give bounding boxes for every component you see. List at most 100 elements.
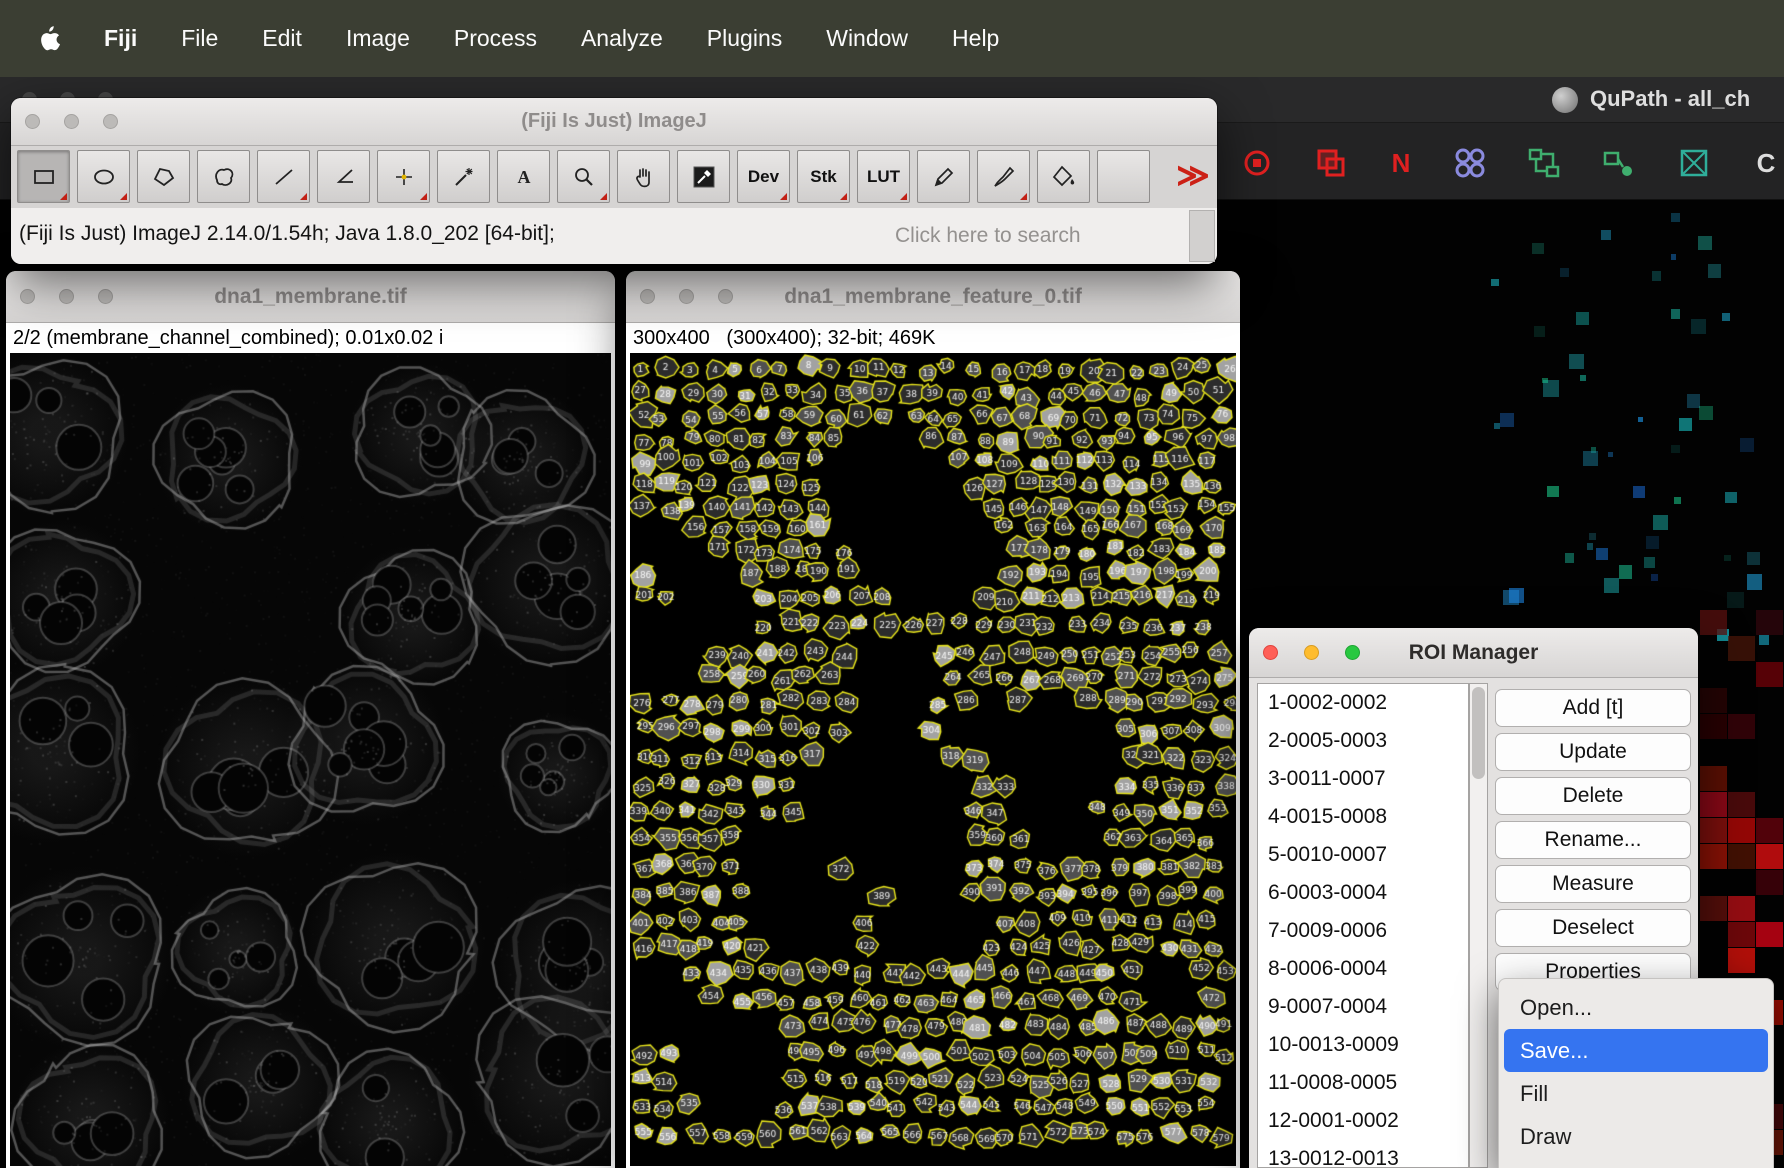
search-placeholder: Click here to search bbox=[895, 224, 1081, 248]
roi-titlebar[interactable]: ROI Manager bbox=[1249, 628, 1698, 678]
red-layers-icon[interactable] bbox=[1308, 140, 1354, 186]
line-tool-button[interactable] bbox=[257, 150, 310, 203]
angle-tool-button[interactable] bbox=[317, 150, 370, 203]
menu-item-open[interactable]: Open... bbox=[1499, 986, 1773, 1029]
zoom-tool-button[interactable] bbox=[557, 150, 610, 203]
dropdown-triangle-icon bbox=[840, 193, 847, 200]
menu-window[interactable]: Window bbox=[826, 25, 908, 52]
oval-tool-button[interactable] bbox=[77, 150, 130, 203]
roi-list-item[interactable]: 12-0001-0002 bbox=[1258, 1102, 1468, 1140]
zoom-button[interactable] bbox=[103, 114, 118, 129]
fiji-titlebar[interactable]: (Fiji Is Just) ImageJ bbox=[11, 98, 1217, 146]
roi-list-item[interactable]: 7-0009-0006 bbox=[1258, 912, 1468, 950]
roi-list-item[interactable]: 10-0013-0009 bbox=[1258, 1026, 1468, 1064]
green-nodes-icon[interactable] bbox=[1596, 140, 1642, 186]
zoom-button[interactable] bbox=[98, 289, 113, 304]
scrollbar-thumb[interactable] bbox=[1472, 687, 1485, 779]
menu-help[interactable]: Help bbox=[952, 25, 999, 52]
close-button[interactable] bbox=[1263, 645, 1278, 660]
fiji-status-bar: (Fiji Is Just) ImageJ 2.14.0/1.54h; Java… bbox=[11, 208, 1217, 264]
red-annotation-icon[interactable] bbox=[1234, 140, 1280, 186]
minimize-button[interactable] bbox=[59, 289, 74, 304]
text-tool-button[interactable]: A bbox=[497, 150, 550, 203]
menu-process[interactable]: Process bbox=[454, 25, 537, 52]
dropdown-triangle-icon bbox=[600, 193, 607, 200]
point-tool-button[interactable] bbox=[377, 150, 430, 203]
menu-fiji[interactable]: Fiji bbox=[104, 25, 137, 52]
rectangle-tool-button[interactable] bbox=[17, 150, 70, 203]
lut-button[interactable]: LUT bbox=[857, 150, 910, 203]
apple-menu[interactable] bbox=[38, 26, 60, 52]
wand-tool-button[interactable] bbox=[437, 150, 490, 203]
membrane-titlebar[interactable]: dna1_membrane.tif bbox=[6, 271, 615, 323]
selection-box-icon[interactable] bbox=[1671, 140, 1717, 186]
roi-list-item[interactable]: 2-0005-0003 bbox=[1258, 722, 1468, 760]
close-button[interactable] bbox=[20, 289, 35, 304]
dropdown-triangle-icon bbox=[60, 193, 67, 200]
menu-plugins[interactable]: Plugins bbox=[707, 25, 782, 52]
feature-window-title: dna1_membrane_feature_0.tif bbox=[784, 285, 1082, 309]
search-input[interactable]: Click here to search bbox=[895, 216, 1181, 256]
macos-menu-bar: Fiji File Edit Image Process Analyze Plu… bbox=[0, 0, 1784, 77]
roi-context-menu: Open... Save... Fill Draw bbox=[1498, 978, 1774, 1168]
pencil-tool-button[interactable] bbox=[917, 150, 970, 203]
roi-list-item[interactable]: 13-0012-0013 bbox=[1258, 1140, 1468, 1168]
hand-tool-button[interactable] bbox=[617, 150, 670, 203]
dropdown-triangle-icon bbox=[300, 193, 307, 200]
roi-list-item[interactable]: 11-0008-0005 bbox=[1258, 1064, 1468, 1102]
letter-n-icon[interactable]: N bbox=[1378, 140, 1424, 186]
menu-file[interactable]: File bbox=[181, 25, 218, 52]
dev-button[interactable]: Dev bbox=[737, 150, 790, 203]
feature-info-line: 300x400 (300x400); 32-bit; 469K bbox=[626, 323, 1240, 353]
feature-titlebar[interactable]: dna1_membrane_feature_0.tif bbox=[626, 271, 1240, 323]
brush-tool-button[interactable] bbox=[977, 150, 1030, 203]
blue-grid-icon[interactable] bbox=[1447, 140, 1493, 186]
roi-rename-button[interactable]: Rename... bbox=[1495, 821, 1691, 859]
dropdown-triangle-icon bbox=[420, 193, 427, 200]
roi-measure-button[interactable]: Measure bbox=[1495, 865, 1691, 903]
roi-list-item[interactable]: 5-0010-0007 bbox=[1258, 836, 1468, 874]
flood-fill-tool-button[interactable] bbox=[1037, 150, 1090, 203]
membrane-image-canvas[interactable] bbox=[10, 353, 611, 1166]
paint-bucket-icon bbox=[1051, 164, 1077, 190]
feature-image-canvas[interactable] bbox=[630, 353, 1236, 1166]
polygon-tool-button[interactable] bbox=[137, 150, 190, 203]
minimize-button[interactable] bbox=[64, 114, 79, 129]
roi-list-item[interactable]: 6-0003-0004 bbox=[1258, 874, 1468, 912]
close-button[interactable] bbox=[640, 289, 655, 304]
menu-item-save[interactable]: Save... bbox=[1504, 1029, 1768, 1072]
roi-update-button[interactable]: Update bbox=[1495, 733, 1691, 771]
more-tools-button[interactable]: ≫ bbox=[1163, 150, 1223, 200]
green-flowchart-icon[interactable] bbox=[1521, 140, 1567, 186]
stk-button[interactable]: Stk bbox=[797, 150, 850, 203]
roi-delete-button[interactable]: Delete bbox=[1495, 777, 1691, 815]
color-picker-tool-button[interactable] bbox=[677, 150, 730, 203]
empty-tool-slot[interactable] bbox=[1097, 150, 1150, 203]
menu-image[interactable]: Image bbox=[346, 25, 410, 52]
letter-c-icon[interactable]: C bbox=[1743, 140, 1784, 186]
menu-item-fill[interactable]: Fill bbox=[1499, 1072, 1773, 1115]
roi-list-item[interactable]: 4-0015-0008 bbox=[1258, 798, 1468, 836]
close-button[interactable] bbox=[25, 114, 40, 129]
dropdown-triangle-icon bbox=[780, 193, 787, 200]
menu-analyze[interactable]: Analyze bbox=[581, 25, 663, 52]
freehand-tool-button[interactable] bbox=[197, 150, 250, 203]
menu-edit[interactable]: Edit bbox=[262, 25, 302, 52]
roi-list-item[interactable]: 1-0002-0002 bbox=[1258, 684, 1468, 722]
roi-list-item[interactable]: 8-0006-0004 bbox=[1258, 950, 1468, 988]
menu-item-draw[interactable]: Draw bbox=[1499, 1115, 1773, 1158]
minimize-button[interactable] bbox=[679, 289, 694, 304]
paintbrush-icon bbox=[991, 164, 1017, 190]
pencil-icon bbox=[931, 164, 957, 190]
minimize-button[interactable] bbox=[1304, 645, 1319, 660]
membrane-image-window: dna1_membrane.tif 2/2 (membrane_channel_… bbox=[6, 271, 615, 1168]
roi-add-button[interactable]: Add [t] bbox=[1495, 689, 1691, 727]
zoom-button[interactable] bbox=[1345, 645, 1360, 660]
roi-list-item[interactable]: 3-0011-0007 bbox=[1258, 760, 1468, 798]
freehand-icon bbox=[211, 164, 237, 190]
roi-list-scrollbar[interactable] bbox=[1469, 683, 1488, 1168]
hand-icon bbox=[631, 164, 657, 190]
zoom-button[interactable] bbox=[718, 289, 733, 304]
roi-deselect-button[interactable]: Deselect bbox=[1495, 909, 1691, 947]
roi-list-item[interactable]: 9-0007-0004 bbox=[1258, 988, 1468, 1026]
